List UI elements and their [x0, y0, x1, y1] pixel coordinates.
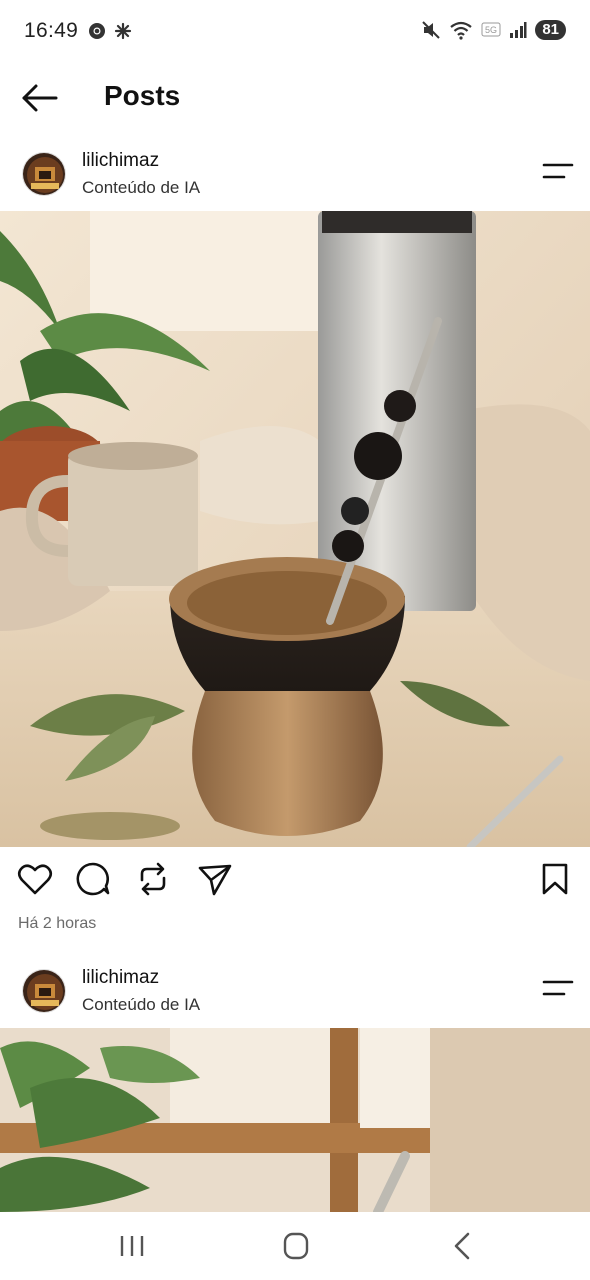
heart-icon [17, 864, 53, 895]
battery-indicator: 81 [535, 20, 566, 40]
system-nav-bar [0, 1212, 590, 1280]
status-bar: 16:49 5G 81 [0, 0, 590, 64]
username[interactable]: lilichimaz [82, 150, 159, 172]
menu-icon [542, 163, 574, 179]
page-header: Posts [0, 64, 590, 130]
send-icon [198, 864, 232, 896]
arrow-left-icon [22, 84, 58, 112]
username[interactable]: lilichimaz [82, 967, 159, 989]
bookmark-icon [542, 863, 568, 895]
post-actions [0, 856, 590, 906]
comment-icon [76, 862, 110, 896]
post-menu-button[interactable] [540, 156, 576, 186]
recent-apps-icon [120, 1236, 144, 1256]
post-image[interactable] [0, 1028, 590, 1212]
chrome-icon [89, 23, 105, 39]
ai-content-label: Conteúdo de IA [82, 178, 201, 197]
ai-content-label: Conteúdo de IA [82, 995, 201, 1014]
like-button[interactable] [16, 860, 54, 898]
comment-button[interactable] [74, 860, 112, 898]
page-title: Posts [104, 80, 181, 111]
post-image[interactable] [0, 211, 590, 847]
post-timestamp: Há 2 horas [18, 915, 97, 932]
pinwheel-icon [114, 22, 132, 40]
share-button[interactable] [196, 860, 234, 898]
back-icon [454, 1232, 470, 1260]
post-menu-button[interactable] [540, 973, 576, 1003]
home-icon [283, 1232, 309, 1260]
repost-button[interactable] [134, 860, 172, 898]
svg-text:5G: 5G [485, 25, 497, 35]
signal-icon [510, 22, 527, 38]
status-time: 16:49 [24, 19, 79, 42]
wifi-icon [450, 21, 472, 40]
nav-back-button[interactable] [442, 1230, 482, 1262]
5g-icon: 5G [481, 22, 501, 37]
avatar[interactable] [22, 152, 66, 196]
home-button[interactable] [276, 1230, 316, 1262]
recent-apps-button[interactable] [112, 1230, 152, 1262]
repost-icon [140, 862, 166, 896]
avatar[interactable] [22, 969, 66, 1013]
menu-icon [542, 980, 574, 996]
mute-icon [422, 21, 441, 39]
save-button[interactable] [536, 860, 574, 898]
back-button[interactable] [18, 80, 62, 116]
